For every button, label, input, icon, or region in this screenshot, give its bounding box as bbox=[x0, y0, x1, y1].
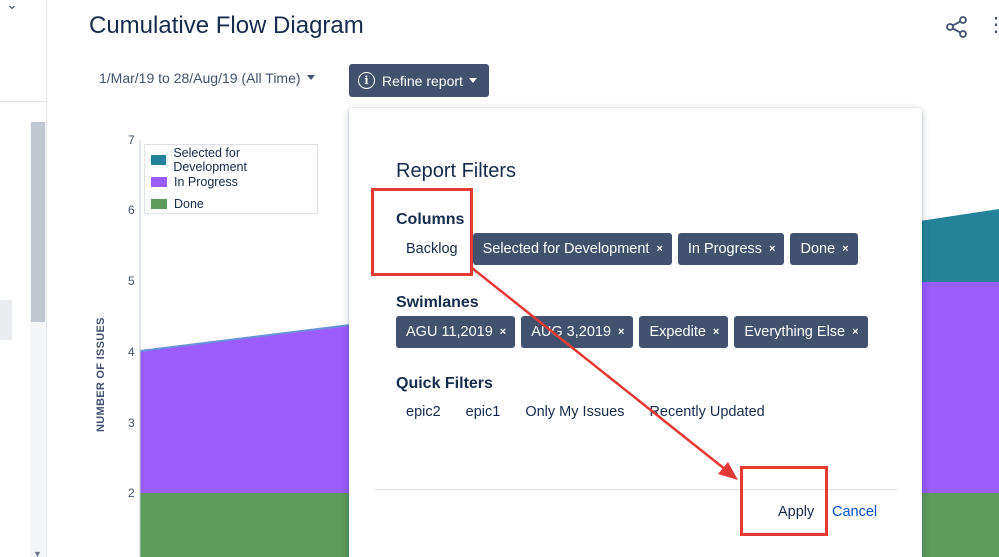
annotation-arrow-line bbox=[471, 267, 727, 471]
annotation-arrow bbox=[471, 267, 738, 480]
